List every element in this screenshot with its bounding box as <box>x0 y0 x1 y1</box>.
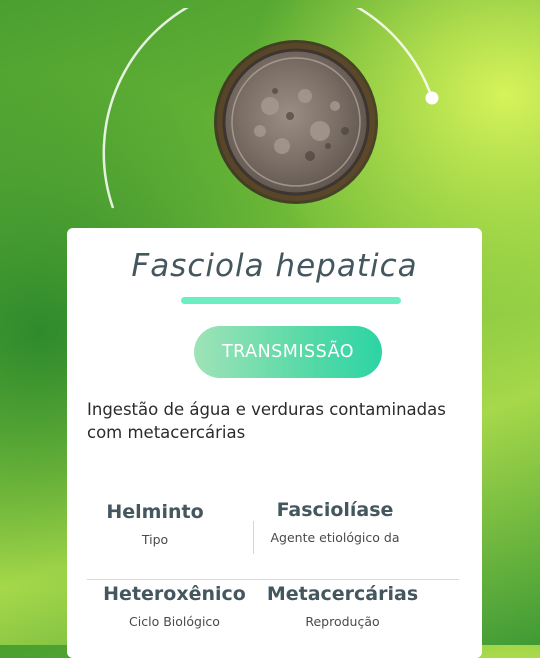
stat-cycle-label: Ciclo Biológico <box>129 614 220 629</box>
stat-type-value: Helminto <box>106 501 204 523</box>
stats-divider <box>87 579 459 580</box>
stat-cycle-value: Heteroxênico <box>103 583 246 605</box>
info-card: Fasciola hepatica TRANSMISSÃO Ingestão d… <box>67 228 482 658</box>
stat-reproduction: Metacercárias Reprodução <box>265 583 420 629</box>
transmission-description: Ingestão de água e verduras contaminadas… <box>87 400 446 442</box>
species-title: Fasciola hepatica <box>131 248 418 284</box>
stat-disease-label: Agente etiológico da <box>270 530 400 545</box>
stat-cycle: Heteroxênico Ciclo Biológico <box>97 583 252 629</box>
stat-reproduction-value: Metacercárias <box>266 583 419 605</box>
stat-type: Helminto Tipo <box>87 501 223 547</box>
title-accent-bar <box>181 297 401 304</box>
arc-indicator-dot <box>425 91 439 105</box>
transmission-button[interactable]: TRANSMISSÃO <box>194 326 382 378</box>
stat-disease: Fasciolíase Agente etiológico da <box>259 499 411 545</box>
specimen-image <box>214 40 378 204</box>
stat-reproduction-label: Reprodução <box>305 614 380 629</box>
stat-divider <box>253 521 254 554</box>
stat-disease-value: Fasciolíase <box>276 499 394 521</box>
stat-type-label: Tipo <box>141 532 169 547</box>
